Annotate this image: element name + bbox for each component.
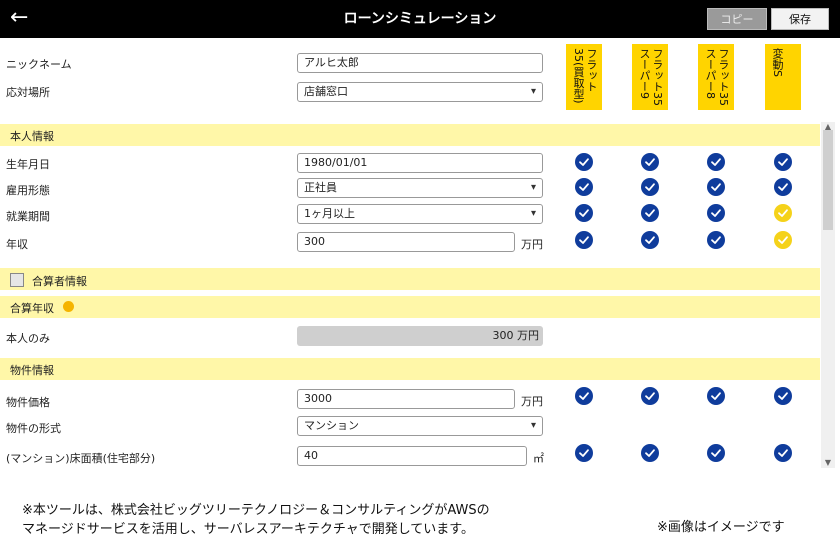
nickname-label: ニックネーム: [6, 58, 72, 71]
tenure-select[interactable]: 1ヶ月以上: [297, 204, 543, 224]
store-select-value: 店舗窓口: [304, 85, 348, 98]
section-co-applicant-label: 合算者情報: [32, 275, 87, 288]
check-icon: [707, 387, 725, 405]
self-only-label: 本人のみ: [6, 332, 50, 345]
income-label: 年収: [6, 238, 28, 251]
self-only-value: 300 万円: [297, 326, 543, 346]
scrollbar-thumb[interactable]: [823, 130, 833, 230]
plan-header-flat35-kaitori: フラット35(買取型): [566, 44, 602, 110]
employment-select[interactable]: 正社員: [297, 178, 543, 198]
section-combined-income: [0, 296, 820, 318]
check-icon: [774, 204, 792, 222]
price-label: 物件価格: [6, 396, 50, 409]
dob-input[interactable]: 1980/01/01: [297, 153, 543, 173]
check-icon: [575, 231, 593, 249]
dob-label: 生年月日: [6, 158, 50, 171]
check-icon: [774, 153, 792, 171]
section-co-applicant: [0, 268, 820, 290]
check-icon: [575, 444, 593, 462]
check-icon: [575, 178, 593, 196]
tenure-label: 就業期間: [6, 210, 50, 223]
info-dot-icon[interactable]: [63, 301, 74, 312]
copy-button[interactable]: コピー: [707, 8, 767, 30]
store-label: 応対場所: [6, 86, 50, 99]
check-icon: [707, 178, 725, 196]
check-icon: [774, 178, 792, 196]
section-combined-income-label: 合算年収: [10, 302, 54, 315]
form-select-value: マンション: [304, 419, 359, 432]
check-icon: [707, 204, 725, 222]
check-icon: [641, 444, 659, 462]
section-personal-label: 本人情報: [10, 130, 54, 143]
employment-select-value: 正社員: [304, 181, 337, 194]
check-icon: [707, 153, 725, 171]
scroll-down-icon[interactable]: ▼: [823, 458, 833, 467]
note-line-2: マネージドサービスを活用し、サーバレスアーキテクチャで開発しています。: [22, 522, 475, 537]
plan-header-flat35-super9: フラット35スーパー9: [632, 44, 668, 110]
check-icon: [641, 204, 659, 222]
save-button[interactable]: 保存: [771, 8, 829, 30]
check-icon: [641, 153, 659, 171]
section-property-label: 物件情報: [10, 364, 54, 377]
price-unit: 万円: [521, 395, 543, 408]
section-personal: [0, 124, 820, 146]
check-icon: [575, 153, 593, 171]
check-icon: [774, 387, 792, 405]
check-icon: [641, 387, 659, 405]
floor-label: (マンション)床面積(住宅部分): [6, 452, 156, 465]
check-icon: [575, 387, 593, 405]
form-label: 物件の形式: [6, 422, 61, 435]
check-icon: [707, 231, 725, 249]
check-icon: [641, 178, 659, 196]
check-icon: [575, 204, 593, 222]
form-select[interactable]: マンション: [297, 416, 543, 436]
check-icon: [641, 231, 659, 249]
income-input[interactable]: 300: [297, 232, 515, 252]
check-icon: [707, 444, 725, 462]
note-line-1: ※本ツールは、株式会社ビッグツリーテクノロジー＆コンサルティングがAWSの: [22, 503, 490, 518]
check-icon: [774, 444, 792, 462]
scroll-up-icon[interactable]: ▲: [823, 122, 833, 131]
plan-header-flat35-super8: フラット35スーパー8: [698, 44, 734, 110]
price-input[interactable]: 3000: [297, 389, 515, 409]
image-note: ※画像はイメージです: [657, 520, 785, 535]
section-property: [0, 358, 820, 380]
floor-input[interactable]: 40: [297, 446, 527, 466]
income-unit: 万円: [521, 238, 543, 251]
tenure-select-value: 1ヶ月以上: [304, 207, 355, 220]
plan-header-hendo-s: 変動S: [765, 44, 801, 110]
employment-label: 雇用形態: [6, 184, 50, 197]
co-applicant-checkbox[interactable]: [10, 273, 24, 287]
store-select[interactable]: 店舗窓口: [297, 82, 543, 102]
check-icon: [774, 231, 792, 249]
floor-unit: ㎡: [533, 452, 544, 465]
nickname-input[interactable]: アルヒ太郎: [297, 53, 543, 73]
